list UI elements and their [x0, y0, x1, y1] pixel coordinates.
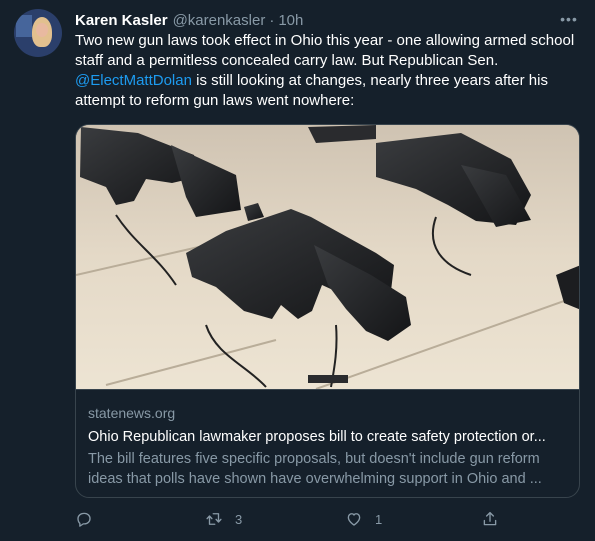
like-icon: [347, 513, 361, 526]
avatar-face: [36, 23, 48, 37]
reply-button[interactable]: [75, 510, 105, 528]
reply-icon: [77, 512, 91, 527]
share-button[interactable]: [481, 510, 499, 528]
author-handle[interactable]: @karenkasler: [173, 12, 266, 29]
tweet-time[interactable]: 10h: [278, 12, 303, 29]
link-card[interactable]: statenews.org Ohio Republican lawmaker p…: [75, 124, 580, 498]
tweet-header: Karen Kasler @karenkasler · 10h: [75, 10, 303, 30]
author-avatar[interactable]: [14, 9, 62, 57]
more-icon[interactable]: •••: [560, 10, 578, 28]
card-image: [76, 125, 579, 389]
author-name[interactable]: Karen Kasler: [75, 12, 168, 29]
like-button[interactable]: 1: [345, 510, 382, 528]
separator-dot: ·: [269, 11, 275, 29]
more-icon-glyph: •••: [560, 11, 578, 27]
card-info: statenews.org Ohio Republican lawmaker p…: [76, 389, 579, 497]
retweet-count: 3: [235, 511, 243, 527]
retweet-icon: [206, 513, 222, 525]
handguns-photo: [76, 125, 579, 389]
tweet-text: Two new gun laws took effect in Ohio thi…: [75, 31, 585, 111]
tweet-text-part1: Two new gun laws took effect in Ohio thi…: [75, 32, 575, 69]
card-title: Ohio Republican lawmaker proposes bill t…: [88, 429, 546, 445]
like-count: 1: [375, 511, 383, 527]
card-domain: statenews.org: [88, 405, 176, 421]
card-description: The bill features five specific proposal…: [88, 451, 542, 487]
tweet-actions: 3 1: [75, 510, 505, 532]
mention-link[interactable]: @ElectMattDolan: [75, 72, 192, 89]
retweet-button[interactable]: 3: [205, 510, 242, 528]
tweet[interactable]: Karen Kasler @karenkasler · 10h ••• Two …: [0, 0, 595, 541]
avatar-background-screen: [16, 15, 32, 37]
share-icon: [483, 511, 497, 526]
